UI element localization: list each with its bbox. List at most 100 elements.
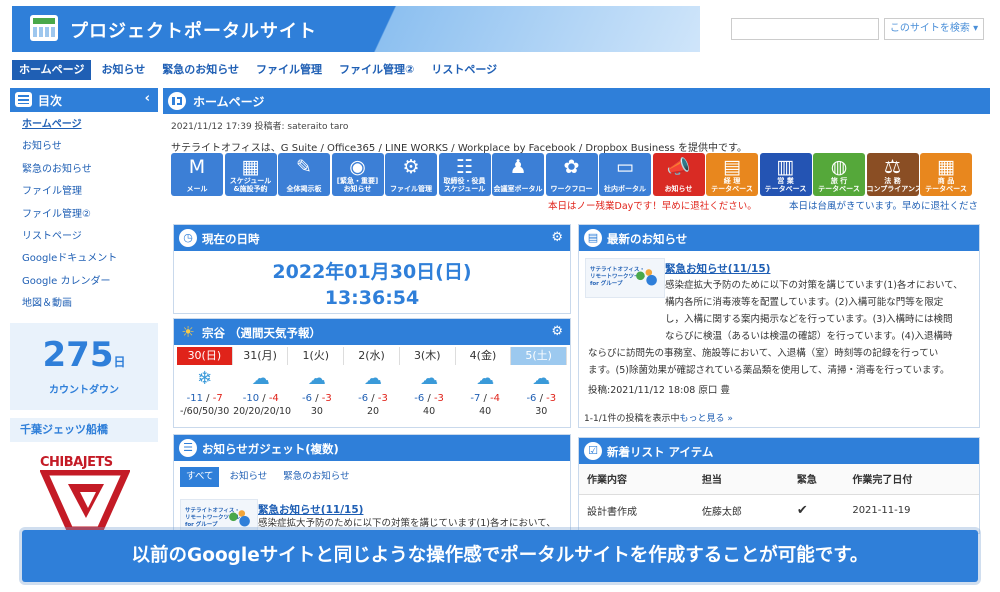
app-tile-2[interactable]: ✎ 全体掲示板 (278, 153, 330, 196)
rain-chance: 40 (479, 406, 492, 417)
team-logo-text: CHIBAJETS (40, 455, 113, 470)
weather-temp: -6 / -3 (514, 393, 569, 404)
table-cell: 設計書作成 (587, 506, 637, 518)
thumbnail-illustration-icon (225, 508, 253, 530)
app-tile-5[interactable]: ☷ 取締役・役員 スケジュール (438, 153, 491, 196)
clock-panel-title: 現在の日時 (202, 232, 260, 246)
sidebar-item-2[interactable]: 緊急のお知らせ (22, 161, 156, 183)
app-tile-7[interactable]: ✿ ワークフロー (545, 153, 598, 196)
nav-tab-4[interactable]: ファイル管理② (332, 60, 421, 80)
temp-separator: / (312, 393, 322, 404)
app-label: [緊急・重要] お知らせ (336, 177, 379, 193)
column-header: 担当 (693, 464, 789, 495)
weather-temp: -11 / -7 (177, 393, 232, 404)
news-body-line: 感染症拡大予防のために以下の対策を講じています(1)各オにおいて、 (665, 280, 963, 291)
gadget-tab-0[interactable]: すべて (180, 467, 220, 487)
app-tile-10[interactable]: ▤ 経 理 テータベース (706, 153, 758, 196)
cloud-icon: ☁ (532, 368, 551, 389)
app-tile-4[interactable]: ⚙ ファイル管理 (385, 153, 437, 196)
app-tile-0[interactable]: M メール (171, 153, 223, 196)
sidebar-item-5[interactable]: リストページ (22, 228, 156, 250)
weather-day-label: 5(土) (511, 347, 568, 365)
weather-temp: -7 / -4 (458, 393, 513, 404)
rain-chance: 20/20/20/10 (233, 406, 292, 417)
news-pager: 1-1/1件の投稿を表示中もっと見る » (584, 411, 733, 424)
nav-tab-1[interactable]: お知らせ (94, 60, 152, 80)
sidebar-item-3[interactable]: ファイル管理 (22, 183, 156, 205)
countdown-value: 275日 (42, 335, 126, 375)
sidebar-item-4[interactable]: ファイル管理② (22, 206, 156, 228)
news-body-line: し，入構に関する案内掲示などを行っています。(3)入構時には検問 (665, 314, 953, 325)
app-icon: 📣 (666, 156, 691, 178)
weather-panel-title: 宗谷 （週間天気予報） (202, 326, 322, 340)
nav-tab-2[interactable]: 緊急のお知らせ (155, 60, 246, 80)
app-tile-12[interactable]: ◍ 旅 行 テータベース (813, 153, 865, 196)
page-icon (168, 92, 186, 110)
news-body-line: 構内各所に消毒液等を配置しています。(2)入構可能な門等を限定 (665, 297, 944, 308)
app-icon: ✿ (563, 156, 580, 178)
partly-cloudy-icon: ☀ (181, 323, 195, 341)
app-tile-1[interactable]: ▦ スケジュール &施設予約 (224, 153, 277, 196)
check-icon: ✔ (796, 502, 808, 518)
news-item-title[interactable]: 緊急お知らせ(11/15) (665, 261, 770, 276)
app-tile-8[interactable]: ▭ 社内ポータル (599, 153, 651, 196)
app-tile-6[interactable]: ♟ 会議室ポータル (492, 153, 544, 196)
app-tile-3[interactable]: ◉ [緊急・重要] お知らせ (331, 153, 384, 196)
weather-temp: -10 / -4 (233, 393, 288, 404)
current-time: 13:36:54 (324, 287, 420, 309)
chevron-left-icon[interactable]: ‹ (145, 91, 150, 106)
sidebar-item-6[interactable]: Googleドキュメント (22, 250, 156, 272)
rain-chance: 30 (535, 406, 548, 417)
table-cell: 2021-11-19 (852, 504, 911, 516)
app-icon: ▥ (776, 156, 795, 178)
temp-separator: / (203, 393, 213, 404)
pager-count: 1-1/1件の投稿を表示中 (584, 414, 680, 424)
cloud-icon: ☁ (476, 368, 495, 389)
app-tile-14[interactable]: ▦ 商 品 テータベース (920, 153, 972, 196)
site-logo-icon (30, 15, 58, 41)
nav-tab-0[interactable]: ホームページ (12, 60, 92, 80)
table-row[interactable]: 設計書作成 佐藤太郎 ✔ 2021-11-19 (579, 494, 979, 526)
countdown-widget: 275日 カウントダウン (10, 323, 158, 410)
weather-day-label: 1(火) (288, 347, 345, 365)
gadget-tab-2[interactable]: 緊急のお知らせ (277, 467, 355, 487)
weather-day: ❄ -11 / -7 -/60/50/30 (177, 367, 232, 417)
app-tile-11[interactable]: ▥ 営 業 テータベース (759, 153, 812, 196)
app-tile-9[interactable]: 📣 お知らせ (652, 153, 705, 196)
news-thumbnail[interactable]: サテライトオフィス・ リモートワークツール for グループ (180, 499, 258, 533)
sidebar-item-8[interactable]: 地図＆動画 (22, 295, 156, 317)
more-link[interactable]: もっと見る » (679, 414, 732, 424)
latest-news-panel: ▤ 最新のお知らせ サテライトオフィス・ リモートワークツール for グループ… (578, 224, 980, 428)
app-icon: ⚙ (402, 156, 420, 178)
sidebar-item-1[interactable]: お知らせ (22, 138, 156, 160)
nav-tab-3[interactable]: ファイル管理 (249, 60, 329, 80)
app-label: 法 務 コンプライアンス (866, 177, 919, 193)
new-list-table: 作業内容 担当 緊急 作業完了日付 設計書作成 佐藤太郎 ✔ 2021-11-19 (579, 464, 979, 526)
news-body-line: ます。(5)除菌効果が確認されている薬品類を使用して、清掃・消毒を行っています。 (588, 365, 950, 376)
cloud-icon: ☁ (363, 368, 382, 389)
news-gadget-header: ☰ お知らせガジェット(複数) (174, 435, 570, 461)
weather-temp: -6 / -3 (401, 393, 456, 404)
weather-day: ☁ -6 / -3 30 (514, 367, 569, 417)
app-tile-13[interactable]: ⚖ 法 務 コンプライアンス (866, 153, 919, 196)
caption-banner: 以前のGoogleサイトと同じような操作感でポータルサイトを作成することが可能で… (22, 530, 978, 582)
sidebar-item-0[interactable]: ホームページ (22, 116, 156, 138)
site-title[interactable]: プロジェクトポータルサイト (70, 17, 317, 43)
notice-ticker-red: 本日はノー残業Dayです！早めに退社ください。 (548, 201, 757, 212)
snow-icon: ❄ (197, 368, 213, 389)
app-label: 社内ポータル (604, 185, 646, 193)
search-input[interactable] (731, 18, 879, 40)
weather-day-label: 30(日) (177, 347, 233, 365)
gadget-tab-1[interactable]: お知らせ (223, 467, 273, 487)
news-thumbnail[interactable]: サテライトオフィス・ リモートワークツール for グループ (585, 258, 665, 298)
nav-tab-5[interactable]: リストページ (424, 60, 504, 80)
weather-temp: -6 / -3 (289, 393, 344, 404)
search-button[interactable]: このサイトを検索 ▾ (884, 18, 984, 40)
gear-icon[interactable]: ⚙ (551, 230, 563, 245)
site-header: プロジェクトポータルサイト (12, 6, 700, 52)
temp-high: -6 (414, 393, 425, 404)
temp-separator: / (368, 393, 378, 404)
rain-chance: 20 (366, 406, 380, 417)
gear-icon[interactable]: ⚙ (551, 324, 563, 339)
sidebar-item-7[interactable]: Google カレンダー (22, 273, 156, 295)
